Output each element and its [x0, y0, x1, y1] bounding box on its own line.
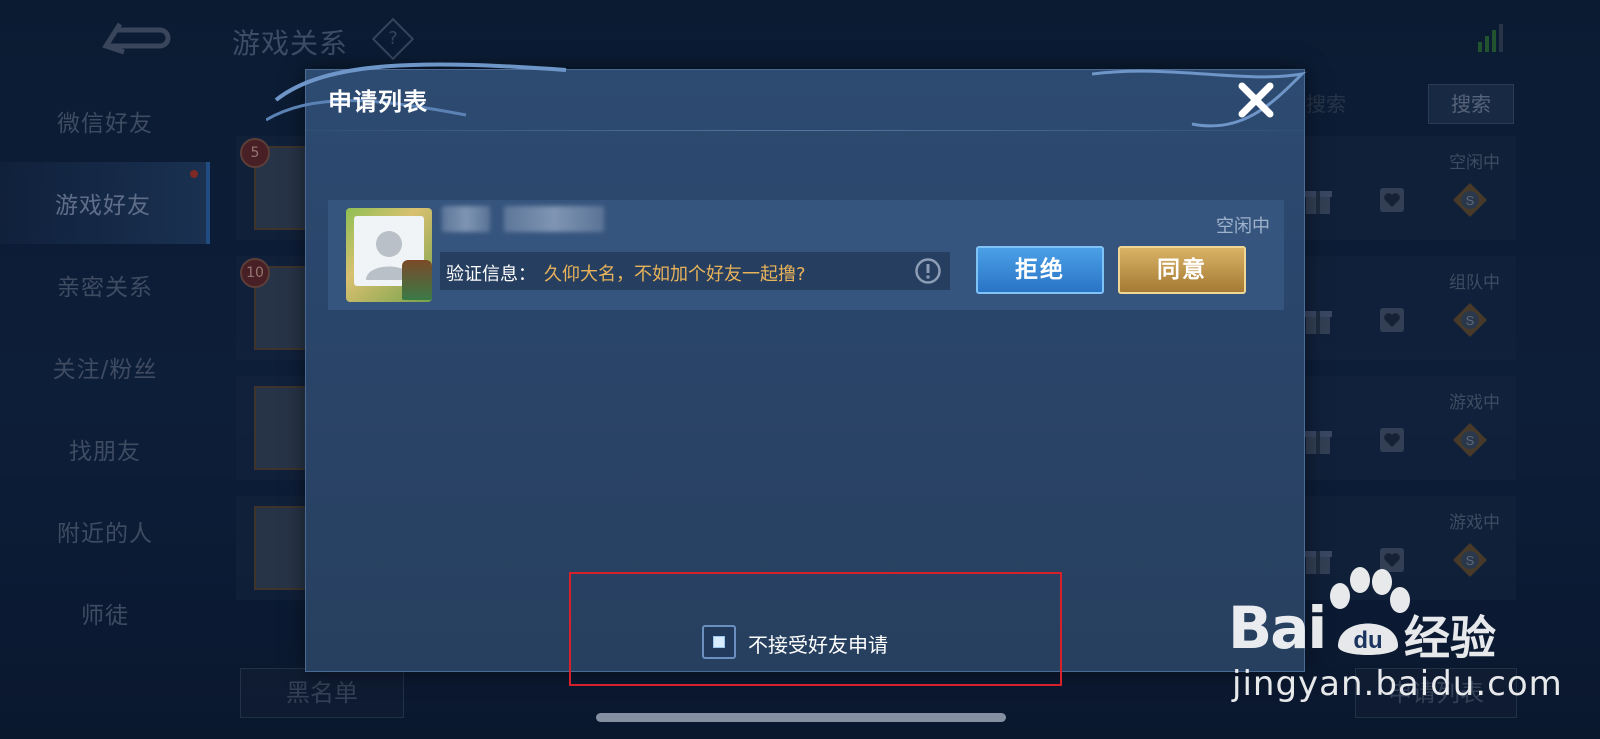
- blurred-username: [442, 206, 490, 232]
- checkbox-checked-mark: [713, 636, 725, 648]
- accept-button[interactable]: 同意: [1118, 246, 1246, 294]
- friend-request-row: 空闲中 验证信息： 久仰大名，不如加个好友一起撸? 拒绝 同意: [328, 200, 1284, 310]
- avatar[interactable]: [346, 208, 432, 302]
- watermark-jingyan: 经验: [1404, 611, 1496, 665]
- dialog-title: 申请列表: [328, 88, 428, 116]
- verify-info-box: 验证信息： 久仰大名，不如加个好友一起撸?: [440, 252, 950, 290]
- watermark-du: du: [1353, 627, 1382, 654]
- decline-requests-checkbox[interactable]: [702, 625, 736, 659]
- blurred-username: [504, 206, 604, 232]
- report-icon[interactable]: [914, 257, 942, 285]
- close-icon[interactable]: [1236, 80, 1276, 120]
- decorative-swirl: [1092, 69, 1307, 128]
- status-text: 空闲中: [1216, 216, 1270, 237]
- decline-requests-label[interactable]: 不接受好友申请: [748, 629, 888, 658]
- verify-message: 久仰大名，不如加个好友一起撸?: [544, 264, 806, 285]
- hero-figure: [402, 260, 432, 300]
- watermark-url: jingyan.baidu.com: [1232, 664, 1563, 704]
- home-indicator[interactable]: [596, 713, 1006, 722]
- watermark-logo: Bai: [1228, 594, 1327, 662]
- baidu-paw-icon: du: [1330, 567, 1410, 655]
- verify-label: 验证信息：: [446, 264, 536, 285]
- divider: [306, 130, 1304, 131]
- reject-button[interactable]: 拒绝: [976, 246, 1104, 294]
- apply-list-dialog: 申请列表 空闲中 验证信息： 久仰大名，不如加个好友一起撸? 拒绝 同意: [266, 62, 1307, 672]
